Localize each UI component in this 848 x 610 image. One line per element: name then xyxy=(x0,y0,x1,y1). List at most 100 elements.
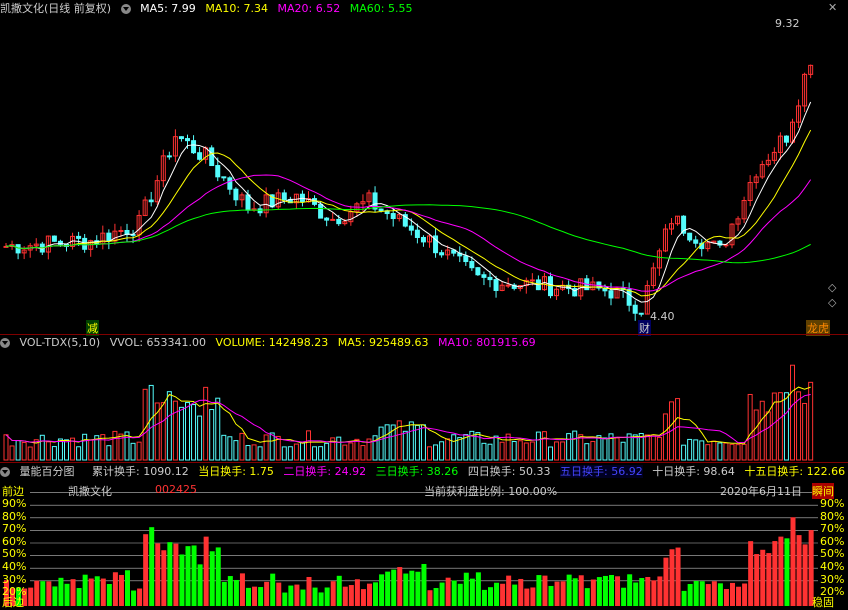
volume-bar xyxy=(523,442,529,461)
turnover-bar xyxy=(560,581,566,606)
price-chart[interactable] xyxy=(0,16,848,334)
high-price-label: 9.32 xyxy=(775,17,800,30)
ma10-label: MA10: 7.34 xyxy=(205,2,269,15)
volume-bar xyxy=(560,441,566,461)
volume-bar xyxy=(717,442,723,461)
candle-body xyxy=(318,203,324,219)
candle-body xyxy=(197,152,203,160)
turnover-bar xyxy=(457,583,463,606)
candle-body xyxy=(378,208,384,212)
turnover-percent-chart[interactable] xyxy=(0,480,848,608)
candle-body xyxy=(529,279,535,282)
low-price-label: 4.40 xyxy=(650,310,675,323)
turnover-bar xyxy=(58,577,64,606)
volume-bar xyxy=(185,402,190,461)
turnover-bar xyxy=(790,517,796,606)
volume-bar xyxy=(433,444,439,461)
turnover-bar xyxy=(324,587,330,606)
volume-bar xyxy=(281,446,287,461)
turnover-bar xyxy=(481,589,487,606)
turnover-bar xyxy=(681,590,687,606)
volume-bar xyxy=(693,439,699,461)
volume-bar xyxy=(802,402,808,461)
turnover-bar xyxy=(760,549,766,606)
level-label: 50% xyxy=(2,547,27,561)
vvol-label: VVOL: 653341.00 xyxy=(109,336,207,349)
volume-bar xyxy=(687,438,693,461)
dropdown-triangle-icon[interactable] xyxy=(0,338,10,348)
turnover-bar xyxy=(46,581,52,606)
volume-bar xyxy=(239,432,245,461)
volume-bar xyxy=(408,421,414,461)
turnover-bar xyxy=(463,572,469,606)
level-label: 20% xyxy=(820,585,845,599)
turnover-header: 量能百分图 累计换手: 1090.12 当日换手: 1.75 二日换手: 24.… xyxy=(0,464,848,479)
close-icon[interactable]: ✕ xyxy=(828,1,837,14)
turnover-bar xyxy=(233,579,239,606)
candle-body xyxy=(221,176,227,179)
turnover-bar xyxy=(270,573,276,606)
volume-bar xyxy=(263,434,269,461)
turnover-bar xyxy=(106,584,112,606)
volume-bar xyxy=(675,398,681,461)
stock-title[interactable]: 凯撒文化(日线 前复权) xyxy=(0,2,111,15)
turnover-bar xyxy=(258,587,264,606)
candle-body xyxy=(118,229,124,232)
volume-bar xyxy=(269,432,275,461)
volume-bar xyxy=(796,391,802,461)
candle-body xyxy=(608,290,614,299)
turnover-bar xyxy=(572,578,578,606)
dropdown-triangle-icon[interactable] xyxy=(120,4,131,14)
candle-body xyxy=(487,276,493,281)
volume-bar xyxy=(51,446,57,461)
turnover-bar xyxy=(469,578,475,606)
volume-bar xyxy=(747,393,753,461)
candle-body xyxy=(783,135,789,143)
candle-body xyxy=(166,155,172,158)
vol-ma10-label: MA10: 801915.69 xyxy=(437,336,536,349)
turnover-bar xyxy=(633,582,639,606)
turnover-bar xyxy=(155,543,161,606)
level-label: 80% xyxy=(820,509,845,523)
volume-label: VOLUME: 142498.23 xyxy=(215,336,329,349)
turnover-bar xyxy=(754,554,760,606)
turnover-bar xyxy=(748,541,754,606)
volume-bar xyxy=(136,441,142,461)
volume-header: VOL-TDX(5,10) VVOL: 653341.00 VOLUME: 14… xyxy=(0,335,542,350)
turnover-bar xyxy=(717,583,723,606)
turnover-bar xyxy=(385,571,391,606)
volume-bar xyxy=(172,400,178,461)
volume-chart[interactable] xyxy=(0,350,848,462)
turnover-bar xyxy=(524,588,530,606)
turnover-bar xyxy=(312,587,318,606)
level-label: 70% xyxy=(820,522,845,536)
candle-body xyxy=(505,284,511,287)
turnover-bar xyxy=(590,579,596,606)
volume-bar xyxy=(215,397,221,461)
volume-bar xyxy=(765,411,771,461)
turnover-bar xyxy=(391,569,397,606)
volume-bar xyxy=(535,431,541,461)
volume-bar xyxy=(306,430,311,461)
turnover-bar xyxy=(693,580,699,606)
turnover-bar xyxy=(784,538,790,606)
volume-bar xyxy=(790,364,795,461)
vol-indicator-name[interactable]: VOL-TDX(5,10) xyxy=(20,336,101,349)
turnover-bar xyxy=(548,585,554,606)
candle-body xyxy=(693,239,699,244)
turnover-bar xyxy=(161,550,167,606)
volume-bar xyxy=(318,446,324,461)
volume-bar xyxy=(336,436,342,461)
turnover-title[interactable]: 量能百分图 xyxy=(20,465,75,478)
volume-bar xyxy=(662,413,668,461)
turnover-bar xyxy=(730,582,735,606)
candle-body xyxy=(191,140,197,154)
volume-bar xyxy=(656,436,662,461)
d3-turnover: 三日换手: 38.26 xyxy=(375,465,459,478)
volume-bar xyxy=(584,443,590,461)
ma60-label: MA60: 5.55 xyxy=(349,2,413,15)
turnover-bar xyxy=(179,554,185,606)
volume-bar xyxy=(3,434,9,461)
dropdown-triangle-icon[interactable] xyxy=(0,467,10,477)
volume-bar xyxy=(233,440,239,461)
